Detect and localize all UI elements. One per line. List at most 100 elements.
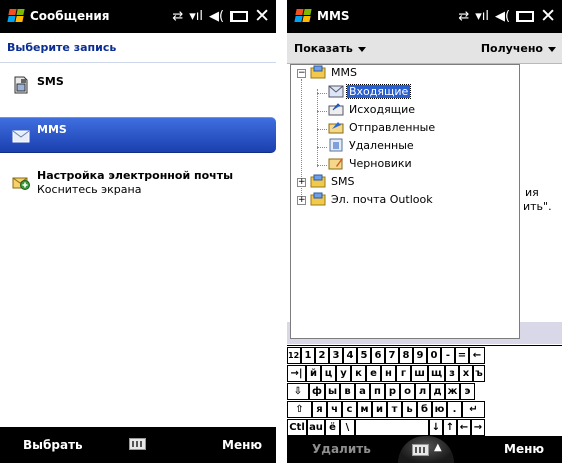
account-item-email-setup[interactable]: Настройка электронной почты Коснитесь эк… [0, 164, 276, 204]
key[interactable]: ъ [473, 365, 485, 382]
battery-icon[interactable] [516, 10, 535, 22]
volume-icon[interactable]: ◀( [495, 9, 510, 24]
spacebar-key[interactable] [355, 419, 429, 436]
key[interactable]: 1 [301, 347, 315, 364]
key[interactable]: ф [309, 383, 325, 400]
soft-key-bar: Выбрать Меню [0, 427, 276, 463]
key[interactable]: 6 [371, 347, 385, 364]
windows-start-icon[interactable] [7, 9, 25, 23]
key[interactable]: а [355, 383, 370, 400]
tree-node-outlook[interactable]: Эл. почта Outlook [310, 192, 435, 210]
key[interactable]: п [370, 383, 385, 400]
down-arrow-key[interactable]: ↓ [429, 419, 443, 436]
key[interactable]: \ [340, 419, 355, 436]
battery-icon[interactable] [230, 10, 249, 22]
tree-node-drafts[interactable]: Черновики [328, 156, 414, 174]
account-item-sms[interactable]: SMS [0, 70, 276, 106]
collapse-icon[interactable]: − [297, 69, 306, 78]
up-arrow-key[interactable]: ↑ [443, 419, 457, 436]
close-icon[interactable]: ✕ [254, 7, 270, 26]
key[interactable]: м [357, 401, 372, 418]
menu-softkey[interactable]: Меню [504, 442, 544, 456]
key[interactable]: . [447, 401, 462, 418]
key[interactable]: ё [325, 419, 340, 436]
expand-icon[interactable]: + [297, 178, 306, 187]
key[interactable]: э [460, 383, 475, 400]
key[interactable]: ы [325, 383, 340, 400]
close-icon[interactable]: ✕ [540, 7, 556, 26]
key[interactable]: au [307, 419, 325, 436]
key[interactable]: ц [321, 365, 336, 382]
key[interactable]: 123 [287, 347, 305, 364]
tree-node-deleted[interactable]: Удаленные [328, 138, 416, 156]
key[interactable]: и [372, 401, 387, 418]
key[interactable]: я [312, 401, 327, 418]
tree-node-mms[interactable]: MMS [310, 65, 359, 83]
key[interactable]: 3 [329, 347, 343, 364]
backspace-key[interactable]: ← [469, 347, 485, 364]
sort-menu[interactable]: Получено [481, 42, 556, 55]
show-menu[interactable]: Показать [294, 42, 366, 55]
key[interactable]: т [387, 401, 402, 418]
key[interactable]: б [417, 401, 432, 418]
key[interactable]: р [385, 383, 400, 400]
tree-node-outbox[interactable]: Исходящие [328, 102, 417, 120]
keyboard-icon[interactable] [129, 438, 146, 450]
key[interactable]: 7 [385, 347, 399, 364]
mms-screen: MMS ⇄ ▾ıl ◀( ✕ Показать Получено ия ить"… [287, 0, 562, 463]
key[interactable]: 8 [399, 347, 413, 364]
signal-icon[interactable]: ▾ıl [475, 9, 489, 24]
outbox-icon [328, 103, 344, 116]
key[interactable]: в [340, 383, 355, 400]
key[interactable]: 5 [357, 347, 371, 364]
key[interactable]: з [445, 365, 459, 382]
expand-icon[interactable]: + [297, 196, 306, 205]
key[interactable]: 9 [413, 347, 427, 364]
key[interactable]: е [366, 365, 381, 382]
section-header-label: Выберите запись [7, 41, 117, 54]
account-item-mms[interactable]: MMS [0, 117, 276, 153]
key[interactable]: л [415, 383, 430, 400]
delete-softkey[interactable]: Удалить [312, 442, 371, 456]
signal-icon[interactable]: ▾ıl [189, 9, 203, 24]
tree-node-sms[interactable]: SMS [310, 174, 356, 192]
key[interactable]: с [342, 401, 357, 418]
key[interactable]: ю [432, 401, 447, 418]
windows-start-icon[interactable] [294, 9, 312, 23]
right-arrow-key[interactable]: → [471, 419, 485, 436]
tree-node-sent[interactable]: Отправленные [328, 120, 437, 138]
title-bar: Сообщения ⇄ ▾ıl ◀( ✕ [0, 0, 276, 33]
volume-icon[interactable]: ◀( [209, 9, 224, 24]
key[interactable]: ш [411, 365, 428, 382]
key[interactable]: 4 [343, 347, 357, 364]
key[interactable]: к [351, 365, 366, 382]
key[interactable]: = [455, 347, 469, 364]
key[interactable]: 2 [315, 347, 329, 364]
key[interactable]: х [459, 365, 473, 382]
input-panel-button[interactable]: ▲ [398, 436, 454, 463]
key[interactable]: - [441, 347, 455, 364]
connectivity-icon[interactable]: ⇄ [172, 9, 183, 24]
key[interactable]: ж [445, 383, 460, 400]
key[interactable]: д [430, 383, 445, 400]
key[interactable]: 0 [427, 347, 441, 364]
key[interactable]: н [381, 365, 396, 382]
key[interactable]: ч [327, 401, 342, 418]
tree-node-inbox[interactable]: Входящие [328, 83, 412, 102]
left-arrow-key[interactable]: ← [457, 419, 471, 436]
key[interactable]: г [396, 365, 411, 382]
shift-key[interactable]: ⇧ [287, 401, 312, 418]
ctrl-key[interactable]: Ctl [287, 419, 307, 436]
key[interactable]: у [336, 365, 351, 382]
tree-node-label: SMS [331, 174, 355, 188]
caps-key[interactable]: ⇩ [287, 383, 309, 400]
select-softkey[interactable]: Выбрать [23, 438, 83, 452]
connectivity-icon[interactable]: ⇄ [458, 9, 469, 24]
key[interactable]: ь [402, 401, 417, 418]
tab-key[interactable]: →| [287, 365, 306, 382]
key[interactable]: щ [428, 365, 445, 382]
key[interactable]: й [306, 365, 321, 382]
enter-key[interactable]: ↵ [462, 401, 485, 418]
menu-softkey[interactable]: Меню [222, 438, 262, 452]
key[interactable]: о [400, 383, 415, 400]
